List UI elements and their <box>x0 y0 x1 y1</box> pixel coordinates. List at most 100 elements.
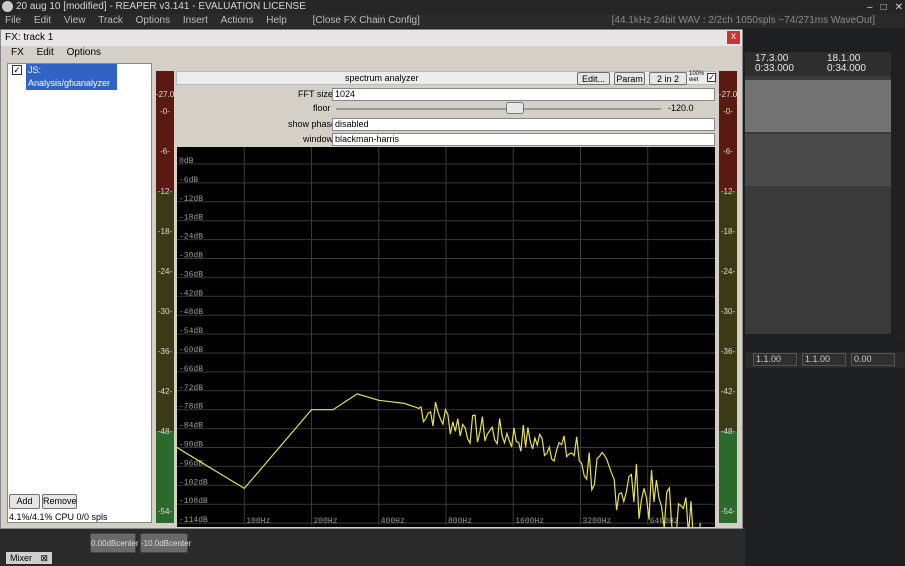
reaper-app-icon[interactable] <box>2 1 13 12</box>
spectrum-graph: 0dB -6dB -12dB -18dB -24dB -30dB -36dB -42dB -48… <box>177 147 715 527</box>
y-tick-label: -78dB <box>179 403 203 412</box>
track-lane[interactable] <box>745 80 891 132</box>
y-tick-label: -72dB <box>179 384 203 393</box>
graph-grid <box>177 147 715 525</box>
y-tick-label: 0dB <box>179 157 194 166</box>
fx-menu-bar: FX Edit Options <box>1 46 742 60</box>
vertical-scrollbar[interactable] <box>891 52 905 342</box>
track-lane[interactable] <box>745 134 891 186</box>
minimize-button[interactable]: – <box>867 1 873 15</box>
selection-length[interactable]: 0.00 <box>851 353 895 366</box>
close-fx-chain-config[interactable]: [Close FX Chain Config] <box>313 14 420 28</box>
close-button[interactable]: ✕ <box>895 1 903 15</box>
meter-tick: -18- <box>720 227 736 236</box>
y-tick-label: -6dB <box>179 176 198 185</box>
fft-size-select[interactable]: 1024 <box>332 88 715 101</box>
remove-fx-button[interactable]: Remove <box>42 494 77 509</box>
y-tick-label: -114dB <box>179 516 208 525</box>
fx-enable-checkbox[interactable]: ✓ <box>12 65 22 75</box>
meter-tick: -6- <box>160 147 170 156</box>
meter-tick: -24- <box>720 267 736 276</box>
mixer-panel: 0.00dBcenter -10.0dBcenter Mixer ⊠ <box>0 528 745 566</box>
selection-start[interactable]: 1.1.00 <box>753 353 797 366</box>
menu-help[interactable]: Help <box>266 14 287 28</box>
menu-actions[interactable]: Actions <box>221 14 254 28</box>
timeline-ruler[interactable]: 17.3.00 0:33.000 18.1.00 0:34.000 <box>745 52 905 76</box>
meter-tick: -54- <box>720 507 736 516</box>
y-tick-label: -102dB <box>179 478 208 487</box>
show-phase-select[interactable]: disabled <box>332 118 715 131</box>
fx-window-close-button[interactable]: x <box>727 31 740 44</box>
plugin-name: spectrum analyzer <box>345 73 419 83</box>
y-tick-label: -90dB <box>179 441 203 450</box>
window-title-bar: 20 aug 10 [modified] - REAPER v3.141 - E… <box>0 0 905 14</box>
fft-size-label: FFT size <box>298 89 333 99</box>
mixer-tab[interactable]: Mixer ⊠ <box>6 552 53 564</box>
wet-checkbox[interactable]: ✓ <box>707 73 716 82</box>
fx-list[interactable] <box>7 63 152 523</box>
window-select[interactable]: blackman-harris <box>332 133 715 146</box>
plugin-header: spectrum analyzer Edit... Param 2 in 2 o… <box>176 71 716 97</box>
meter-tick: -30- <box>720 307 736 316</box>
wet-label: 100% wet <box>689 71 705 83</box>
floor-slider-thumb[interactable] <box>505 102 524 114</box>
graph-y-labels: 0dB -6dB -12dB -18dB -24dB -30dB -36dB -42dB -48… <box>179 157 208 525</box>
meter-tick: -30- <box>157 307 173 316</box>
y-tick-label: -12dB <box>179 195 203 204</box>
maximize-button[interactable]: □ <box>881 1 887 15</box>
fx-menu-fx[interactable]: FX <box>11 47 24 58</box>
meter-tick: -54- <box>157 507 173 516</box>
menu-file[interactable]: File <box>5 14 21 28</box>
menu-view[interactable]: View <box>64 14 86 28</box>
meter-peak-label: -27.0 <box>719 90 738 99</box>
transport-bar: 1.1.00 1.1.00 0.00 <box>745 352 905 368</box>
meter-tick: -42- <box>157 387 173 396</box>
y-tick-label: -54dB <box>179 327 203 336</box>
edit-button[interactable]: Edit... <box>577 72 610 85</box>
x-tick-label: 200Hz <box>314 517 338 526</box>
fx-menu-edit[interactable]: Edit <box>37 47 54 58</box>
ruler-mark: 18.1.00 0:34.000 <box>827 54 866 74</box>
meter-tick: -12- <box>720 187 736 196</box>
mixer-pan-1[interactable]: 0.00dBcenter <box>90 533 139 553</box>
y-tick-label: -60dB <box>179 346 203 355</box>
spectrum-line <box>177 393 701 527</box>
menu-insert[interactable]: Insert <box>183 14 208 28</box>
floor-slider-track[interactable] <box>336 108 661 110</box>
show-phase-label: show phase <box>288 119 337 129</box>
add-fx-button[interactable]: Add <box>9 494 40 509</box>
meter-tick: -36- <box>720 347 736 356</box>
window-title: 20 aug 10 [modified] - REAPER v3.141 - E… <box>16 1 306 12</box>
window-label: window <box>303 134 334 144</box>
meter-tick: -42- <box>720 387 736 396</box>
meter-tick: -6- <box>723 147 733 156</box>
x-tick-label: 400Hz <box>381 517 405 526</box>
menu-edit[interactable]: Edit <box>34 14 51 28</box>
mixer-tab-label: Mixer <box>10 553 32 563</box>
y-tick-label: -18dB <box>179 214 203 223</box>
fx-menu-options[interactable]: Options <box>67 47 101 58</box>
mixer-pan-2[interactable]: -10.0dBcenter <box>140 533 191 553</box>
menu-options[interactable]: Options <box>136 14 170 28</box>
fx-item-label: JS: Analysis/gfxanalyzer <box>26 64 117 90</box>
input-meter: -27.0 -0- -6- -12- -18- -24- -30- -36- -… <box>156 71 174 523</box>
y-tick-label: -84dB <box>179 422 203 431</box>
io-routing-button[interactable]: 2 in 2 out <box>649 72 687 97</box>
y-tick-label: -30dB <box>179 252 203 261</box>
y-tick-label: -66dB <box>179 365 203 374</box>
fx-list-item[interactable]: ✓ JS: Analysis/gfxanalyzer <box>12 64 117 90</box>
ruler-time: 0:34.000 <box>827 63 866 74</box>
param-button[interactable]: Param <box>614 72 645 85</box>
mixer-tab-close-icon[interactable]: ⊠ <box>41 553 49 563</box>
floor-label: floor <box>313 103 331 113</box>
meter-tick: -48- <box>157 427 173 436</box>
selection-end[interactable]: 1.1.00 <box>802 353 846 366</box>
x-tick-label: 3200Hz <box>583 517 612 526</box>
audio-status: [44.1kHz 24bit WAV : 2/2ch 1050spls ~74/… <box>611 15 875 26</box>
meter-tick: -0- <box>723 107 733 116</box>
menu-track[interactable]: Track <box>98 14 123 28</box>
x-tick-label: 100Hz <box>246 517 270 526</box>
fx-window-title: FX: track 1 <box>1 30 742 46</box>
x-tick-label: 1600Hz <box>515 517 544 526</box>
floor-value: -120.0 <box>668 103 694 113</box>
